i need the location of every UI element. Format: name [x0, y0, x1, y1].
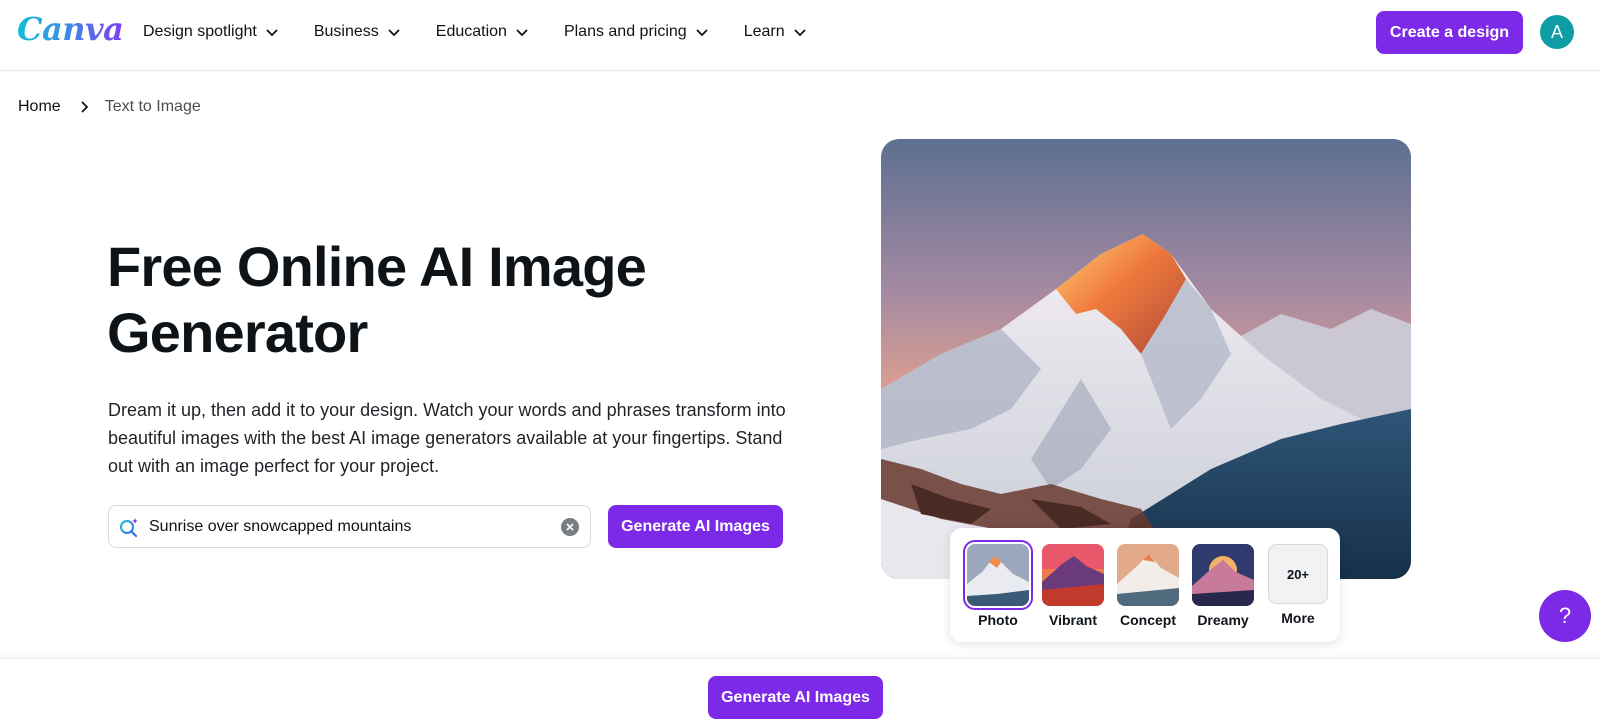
nav-business[interactable]: Business — [314, 23, 401, 41]
top-header: Canva Design spotlight Business Educatio… — [0, 0, 1600, 70]
mountain-illustration — [881, 139, 1411, 579]
nav-label: Design spotlight — [143, 23, 257, 40]
chevron-down-icon — [696, 29, 708, 37]
chevron-down-icon — [266, 29, 278, 37]
breadcrumb-home-link[interactable]: Home — [18, 98, 61, 116]
style-picker: Photo Vibrant Concept Dreamy 20+ More — [950, 528, 1340, 642]
vibrant-style-thumbnail — [1042, 544, 1104, 606]
hero-description: Dream it up, then add it to your design.… — [108, 400, 786, 476]
nav-plans-and-pricing[interactable]: Plans and pricing — [564, 23, 709, 41]
breadcrumb-current: Text to Image — [104, 98, 201, 115]
style-option-more[interactable]: 20+ More — [1267, 544, 1329, 626]
sticky-bottom-bar: Generate AI Images — [0, 659, 1600, 726]
style-label: Dreamy — [1197, 612, 1249, 628]
dreamy-style-thumbnail — [1192, 544, 1254, 606]
prompt-input[interactable] — [149, 517, 539, 536]
style-label: Vibrant — [1049, 612, 1097, 628]
style-option-dreamy[interactable]: Dreamy — [1192, 544, 1254, 628]
breadcrumb: Home Text to Image — [18, 98, 201, 116]
bottom-generate-ai-images-button[interactable]: Generate AI Images — [708, 676, 883, 719]
nav-design-spotlight[interactable]: Design spotlight — [143, 23, 279, 41]
main-nav: Design spotlight Business Education Plan… — [143, 0, 842, 64]
concept-style-thumbnail — [1117, 544, 1179, 606]
nav-education[interactable]: Education — [436, 23, 529, 41]
prompt-search-box — [108, 505, 591, 548]
style-option-photo[interactable]: Photo — [963, 540, 1033, 628]
style-label: More — [1281, 610, 1315, 626]
ai-search-icon — [120, 517, 138, 537]
style-option-concept[interactable]: Concept — [1117, 544, 1179, 628]
mountain-sunrise-image — [881, 139, 1411, 579]
user-avatar[interactable]: A — [1540, 15, 1574, 49]
canva-logo[interactable]: Canva — [17, 10, 124, 48]
more-styles-badge: 20+ — [1268, 544, 1328, 604]
style-option-vibrant[interactable]: Vibrant — [1042, 544, 1104, 628]
nav-label: Education — [435, 23, 507, 40]
chevron-down-icon — [793, 29, 806, 37]
clear-input-icon[interactable] — [561, 518, 579, 536]
nav-label: Learn — [743, 23, 785, 40]
nav-learn[interactable]: Learn — [744, 23, 807, 41]
style-label: Photo — [978, 612, 1018, 628]
nav-label: Business — [313, 23, 379, 40]
generate-ai-images-button[interactable]: Generate AI Images — [608, 505, 783, 548]
style-label: Concept — [1120, 612, 1176, 628]
create-a-design-button[interactable]: Create a design — [1376, 11, 1523, 54]
chevron-down-icon — [516, 29, 528, 37]
page-title: Free Online AI Image Generator — [107, 235, 647, 364]
nav-label: Plans and pricing — [563, 23, 687, 40]
chevron-right-icon — [81, 101, 88, 113]
chevron-down-icon — [388, 29, 400, 37]
help-button[interactable]: ? — [1539, 590, 1591, 642]
photo-style-thumbnail — [963, 540, 1033, 610]
